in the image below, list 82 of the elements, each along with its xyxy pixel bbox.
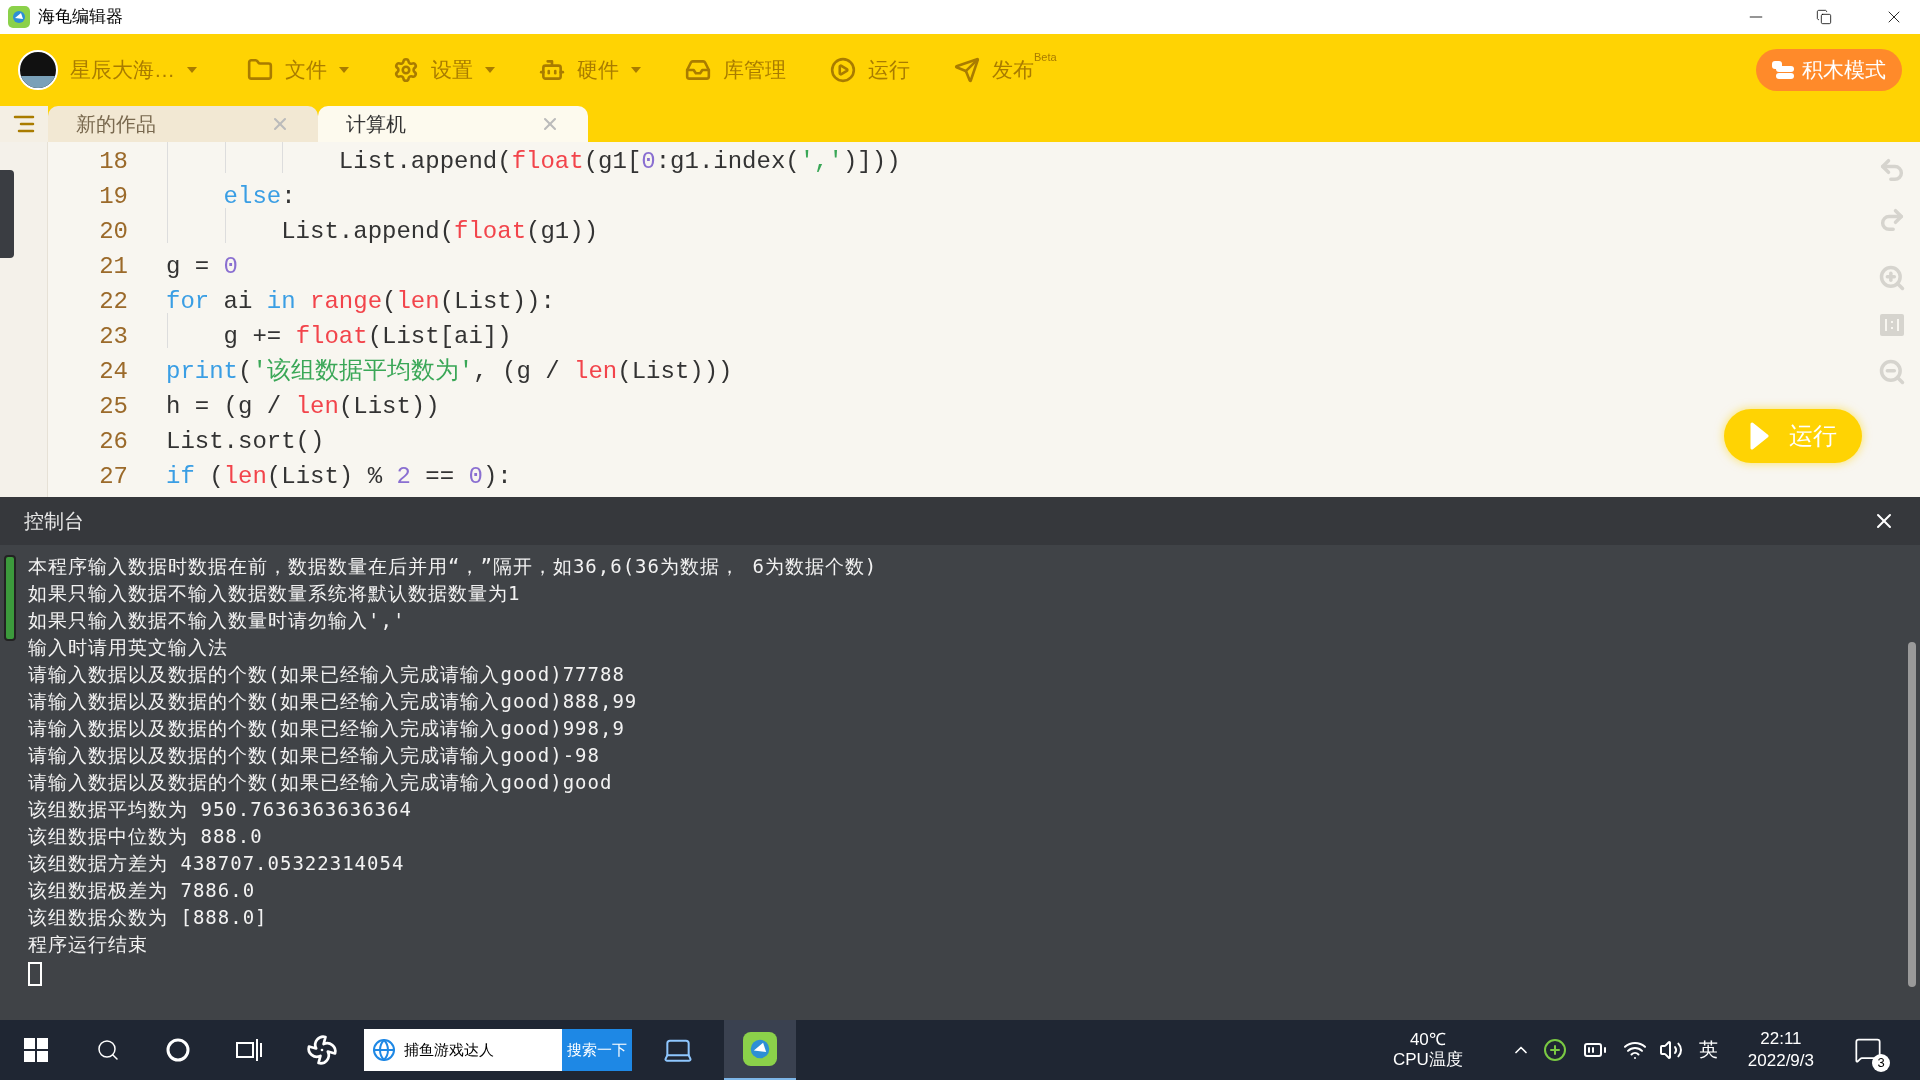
robot-icon	[539, 57, 565, 83]
line-number: 23	[98, 321, 128, 352]
taskbar-search-field[interactable]: 捕鱼游戏达人	[364, 1029, 562, 1071]
console-line: 如果只输入数据不输入数据数量系统将默认数据数量为1	[28, 581, 522, 606]
folder-icon	[247, 57, 273, 83]
sidebar-toggle[interactable]	[0, 106, 48, 142]
line-number: 25	[98, 391, 128, 422]
code-line: List.sort()	[166, 427, 325, 455]
console-line: 输入时请用英文输入法	[28, 635, 229, 660]
tray-icon	[685, 57, 711, 83]
code-line: print('该组数据平均数为', (g / len(List)))	[166, 357, 733, 385]
cpu-temperature-label: CPU温度	[1392, 1050, 1463, 1070]
toolbar-menu-item[interactable]: 库管理	[723, 54, 786, 86]
toolbar-menu-item[interactable]: 运行	[868, 54, 910, 86]
play-icon	[1749, 422, 1769, 450]
caret-icon	[339, 67, 349, 73]
play-icon	[830, 57, 856, 83]
line-number: 21	[98, 251, 128, 282]
line-number: 22	[98, 286, 128, 317]
plus-circle-icon[interactable]	[1542, 1038, 1567, 1062]
code-line: g = 0	[166, 252, 238, 280]
toolbar-menu-item[interactable]: 发布 $^{Beta}$	[992, 54, 1057, 86]
line-number: 24	[98, 356, 128, 387]
code-line: for ai in range(len(List)):	[166, 287, 555, 315]
notification-count: 3	[1872, 1054, 1890, 1072]
console-line: 程序运行结束	[28, 932, 149, 957]
console-line: 如果只输入数据不输入数量时请勿输入','	[28, 608, 407, 633]
block-mode-button[interactable]: 积木模式	[1756, 49, 1902, 91]
line-number: 20	[98, 216, 128, 247]
console-line: 该组数据方差为 438707.05322314054	[28, 851, 406, 876]
globe-icon	[372, 1038, 396, 1062]
caret-icon	[485, 67, 495, 73]
console-line: 该组数据众数为 [888.0]	[28, 905, 269, 930]
console-line: 请输入数据以及数据的个数(如果已经输入完成请输入good)-98	[28, 743, 601, 768]
console-line: 本程序输入数据时数据在前，数据数量在后并用“，”隔开，如36,6(36为数据， 6为数据个数)	[28, 554, 878, 579]
gear-icon	[393, 57, 419, 83]
taskbar-app-icon[interactable]	[724, 1020, 796, 1080]
restore-icon[interactable]	[1816, 9, 1832, 25]
toolbar-menu-item[interactable]: 文件	[285, 54, 327, 86]
toolbar-menu-item[interactable]: 硬件	[577, 54, 619, 86]
run-button[interactable]: 运行	[1724, 409, 1862, 463]
start-icon[interactable]	[24, 1038, 48, 1062]
volume-icon[interactable]	[1658, 1038, 1683, 1062]
user-menu[interactable]: 星辰大海…	[70, 54, 175, 86]
avatar[interactable]	[18, 50, 58, 90]
clock-time: 22:11	[1760, 1028, 1802, 1050]
input-method[interactable]: 英	[1698, 1035, 1718, 1065]
console-line: 请输入数据以及数据的个数(如果已经输入完成请输入good)888,99	[28, 689, 639, 714]
console-line: 该组数据平均数为 950.7636363636364	[28, 797, 413, 822]
caret-icon	[187, 67, 197, 73]
code-line: else:	[222, 182, 296, 210]
code-line: List.append(float(g1))	[280, 217, 599, 245]
line-number: 26	[98, 426, 128, 457]
line-number: 19	[98, 181, 128, 212]
console-line: 请输入数据以及数据的个数(如果已经输入完成请输入good)good	[28, 770, 614, 795]
window-title: 海龟编辑器	[38, 6, 123, 29]
code-line: if (len(List) % 2 == 0):	[166, 462, 512, 490]
paper-plane-icon	[954, 57, 980, 83]
cortana-icon[interactable]	[166, 1038, 190, 1062]
code-line: g += float(List[ai])	[222, 322, 512, 350]
code-line: h = (g / len(List))	[166, 392, 440, 420]
caret-icon	[631, 67, 641, 73]
line-number: 27	[98, 461, 128, 492]
toolbar-menu-item[interactable]: 设置	[431, 54, 473, 86]
text-cursor	[28, 962, 42, 986]
search-go-button[interactable]: 搜索一下	[562, 1029, 632, 1071]
editor-tab[interactable]: 新的作品	[48, 106, 318, 142]
console-line: 请输入数据以及数据的个数(如果已经输入完成请输入good)998,9	[28, 716, 626, 741]
search-icon[interactable]	[96, 1038, 120, 1062]
blocks-icon	[1772, 61, 1794, 79]
task-view-icon[interactable]	[236, 1039, 262, 1061]
pinwheel-icon[interactable]	[306, 1034, 338, 1066]
console-line: 该组数据极差为 7886.0	[28, 878, 257, 903]
app-logo-icon	[8, 6, 30, 28]
editor-tab[interactable]: 计算机	[318, 106, 588, 142]
cpu-temperature: 40℃	[1409, 1030, 1446, 1050]
code-line: List.append(float(g1[0:g1.index(',')]))	[337, 147, 901, 175]
clock-date: 2022/9/3	[1747, 1050, 1814, 1072]
console-title: 控制台	[24, 509, 84, 534]
console-line: 请输入数据以及数据的个数(如果已经输入完成请输入good)77788	[28, 662, 626, 687]
console-line: 该组数据中位数为 888.0	[28, 824, 264, 849]
line-number: 18	[98, 146, 128, 177]
